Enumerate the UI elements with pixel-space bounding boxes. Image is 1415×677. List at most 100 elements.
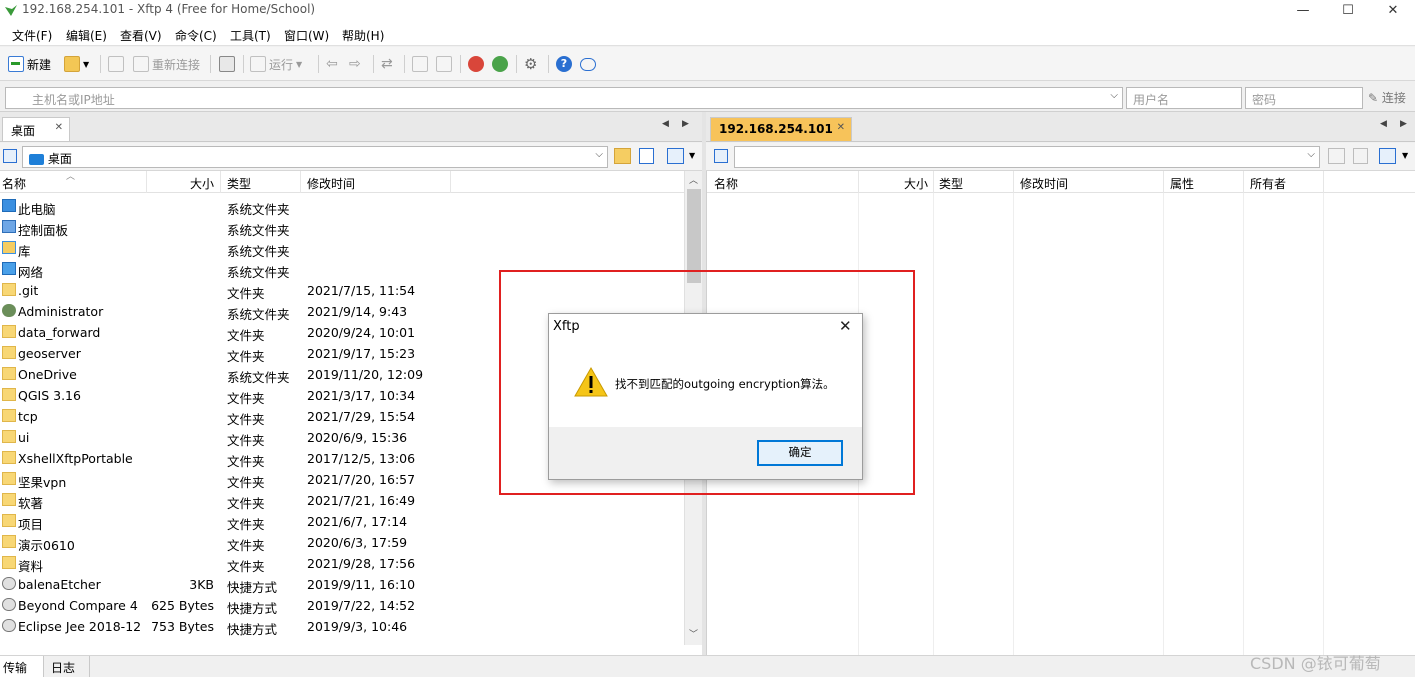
help-button[interactable]: ? — [556, 54, 572, 74]
left-path-input[interactable]: 桌面 ⌵ — [22, 146, 608, 168]
column-divider[interactable] — [1013, 171, 1014, 193]
parent-folder-icon[interactable] — [614, 148, 631, 164]
options-button[interactable]: ⚙ — [524, 54, 537, 74]
table-row[interactable]: 库 系统文件夹 — [0, 238, 684, 259]
close-window-button[interactable]: ✕ — [1370, 0, 1415, 23]
paste-button[interactable] — [436, 54, 452, 74]
tab-scroll-right-icon[interactable]: ▶ — [1400, 119, 1407, 129]
table-row[interactable]: 演示0610 文件夹 2020/6/3, 17:59 — [0, 532, 684, 553]
tab-log[interactable]: 日志 — [44, 656, 90, 677]
menu-window[interactable]: 窗口(W) — [284, 27, 329, 44]
maximize-button[interactable]: ☐ — [1325, 0, 1371, 23]
table-row[interactable]: 此电脑 系统文件夹 — [0, 196, 684, 217]
dropdown-arrow-icon: ▼ — [83, 59, 90, 69]
open-folder-button[interactable]: ▼ — [64, 54, 89, 74]
dialog-button-area: 确定 — [549, 427, 862, 479]
col-type-header[interactable]: 类型 — [939, 175, 963, 192]
scroll-up-icon[interactable]: ︿ — [689, 173, 698, 186]
col-type-header[interactable]: 类型 — [227, 175, 251, 192]
xshell-button[interactable] — [468, 54, 484, 74]
sync-button[interactable]: ⇄ — [381, 54, 393, 74]
table-row[interactable]: 项目 文件夹 2021/6/7, 17:14 — [0, 511, 684, 532]
username-input[interactable]: 用户名 — [1126, 87, 1242, 109]
col-name-header[interactable]: 名称 — [2, 175, 26, 192]
col-modified-header[interactable]: 修改时间 — [1020, 175, 1068, 192]
table-row[interactable]: Eclipse Jee 2018-12 753 Bytes 快捷方式 2019/9/3… — [0, 616, 684, 637]
table-row[interactable]: 資料 文件夹 2021/9/28, 17:56 — [0, 553, 684, 574]
cell-modified: 2020/6/3, 17:59 — [307, 535, 408, 550]
column-divider[interactable] — [1243, 171, 1244, 193]
column-divider[interactable] — [220, 171, 221, 193]
right-path-input[interactable]: ⌵ — [734, 146, 1320, 168]
menu-edit[interactable]: 编辑(E) — [66, 27, 107, 44]
refresh-icon[interactable] — [639, 148, 654, 164]
col-size-header[interactable]: 大小 — [190, 175, 214, 192]
table-row[interactable]: 控制面板 系统文件夹 — [0, 217, 684, 238]
tab-remote-session[interactable]: 192.168.254.101 ✕ — [710, 117, 852, 141]
cell-name: 資料 — [18, 559, 44, 574]
menu-file[interactable]: 文件(F) — [12, 27, 52, 44]
xftp-button[interactable] — [492, 54, 508, 74]
cell-type: 快捷方式 — [227, 580, 278, 595]
run-button[interactable]: 运行 ▼ — [250, 54, 302, 74]
password-input[interactable]: 密码 — [1245, 87, 1363, 109]
connect-button[interactable]: ✎ 连接 — [1368, 89, 1406, 106]
dropdown-arrow-icon[interactable]: ▼ — [689, 151, 695, 160]
column-divider[interactable] — [1323, 171, 1324, 193]
close-tab-icon[interactable]: ✕ — [837, 122, 845, 133]
refresh-icon[interactable] — [1353, 148, 1368, 164]
menu-help[interactable]: 帮助(H) — [342, 27, 384, 44]
col-name-header[interactable]: 名称 — [714, 175, 738, 192]
left-path-row: 桌面 ⌵ ▼ — [0, 143, 702, 171]
new-session-button[interactable]: 新建 — [8, 54, 51, 74]
parent-folder-icon[interactable] — [1328, 148, 1345, 164]
feedback-button[interactable] — [580, 54, 596, 74]
col-owner-header[interactable]: 所有者 — [1250, 175, 1286, 192]
reconnect-button[interactable]: 重新连接 — [133, 54, 200, 74]
ok-button[interactable]: 确定 — [757, 440, 843, 466]
column-divider[interactable] — [858, 171, 859, 193]
forward-button[interactable]: ⇨ — [349, 54, 361, 74]
cell-type: 文件夹 — [227, 286, 265, 301]
back-button[interactable]: ⇦ — [326, 54, 338, 74]
chevron-down-icon[interactable]: ⌵ — [1110, 90, 1118, 101]
tab-transfer[interactable]: 传输 — [0, 656, 44, 677]
warning-icon — [574, 366, 608, 398]
column-divider[interactable] — [1163, 171, 1164, 193]
chevron-down-icon[interactable]: ⌵ — [1307, 149, 1315, 160]
minimize-button[interactable]: — — [1280, 0, 1326, 23]
col-attributes-header[interactable]: 属性 — [1170, 175, 1194, 192]
col-size-header[interactable]: 大小 — [904, 175, 928, 192]
disconnect-button[interactable] — [108, 54, 124, 74]
properties-button[interactable] — [219, 54, 235, 74]
toolbar-separator — [516, 55, 517, 73]
tab-scroll-left-icon[interactable]: ◀ — [1380, 119, 1387, 129]
dropdown-arrow-icon[interactable]: ▼ — [1402, 151, 1408, 160]
tab-desktop[interactable]: 桌面 ✕ — [2, 117, 70, 141]
tab-scroll-left-icon[interactable]: ◀ — [662, 119, 669, 129]
table-row[interactable]: Beyond Compare 4 625 Bytes 快捷方式 2019/7/22, … — [0, 595, 684, 616]
column-divider[interactable] — [300, 171, 301, 193]
table-row[interactable]: balenaEtcher 3KB 快捷方式 2019/9/11, 16:10 — [0, 574, 684, 595]
menu-tools[interactable]: 工具(T) — [230, 27, 271, 44]
tree-toggle-icon[interactable] — [3, 149, 17, 163]
tree-toggle-icon[interactable] — [714, 149, 728, 163]
tab-scroll-right-icon[interactable]: ▶ — [682, 119, 689, 129]
column-divider[interactable] — [146, 171, 147, 193]
scroll-thumb[interactable] — [687, 189, 701, 283]
close-tab-icon[interactable]: ✕ — [55, 122, 63, 133]
menu-view[interactable]: 查看(V) — [120, 27, 162, 44]
dialog-close-button[interactable]: ✕ — [839, 317, 852, 335]
copy-button[interactable] — [412, 54, 428, 74]
col-modified-header[interactable]: 修改时间 — [307, 175, 355, 192]
view-mode-icon[interactable] — [1379, 148, 1396, 164]
chevron-down-icon[interactable]: ⌵ — [595, 149, 603, 160]
menu-command[interactable]: 命令(C) — [175, 27, 217, 44]
bottom-tab-bar: 传输 日志 CSDN @铱可葡萄 — [0, 654, 1415, 677]
column-divider[interactable] — [933, 171, 934, 193]
host-input[interactable]: 主机名或IP地址 ⌵ — [5, 87, 1123, 109]
column-divider[interactable] — [450, 171, 451, 193]
scroll-down-icon[interactable]: ﹀ — [689, 627, 698, 640]
view-mode-icon[interactable] — [667, 148, 684, 164]
left-path-label: 桌面 — [47, 152, 72, 166]
